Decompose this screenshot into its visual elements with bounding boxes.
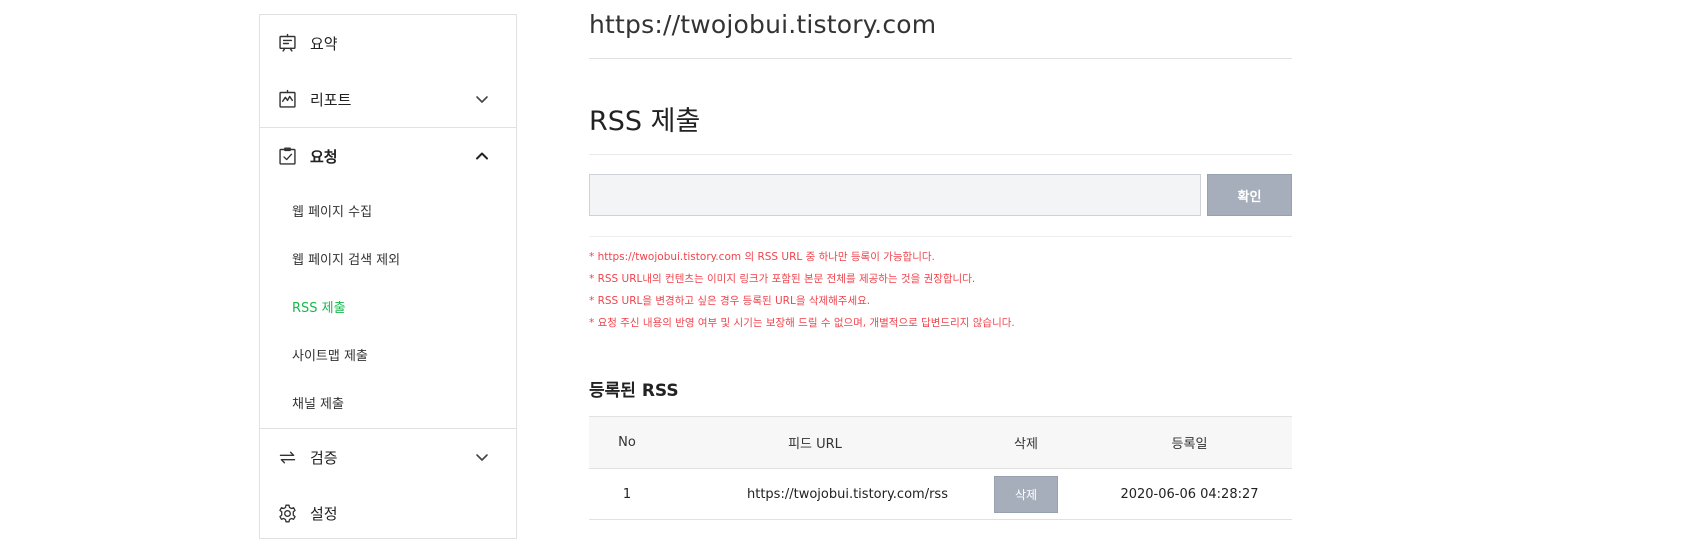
chevron-down-icon[interactable] — [474, 449, 490, 465]
sidebar-item-label: 검증 — [310, 448, 338, 467]
registered-rss-table: No 피드 URL 삭제 등록일 1 https://twojobui.tist… — [589, 416, 1292, 520]
sidebar-item-summary[interactable]: 요약 — [260, 15, 516, 71]
cell-delete: 삭제 — [965, 468, 1087, 520]
submenu-item-web-page-collect[interactable]: 웹 페이지 수집 — [260, 186, 516, 234]
sidebar-item-report[interactable]: 리포트 — [260, 71, 516, 127]
request-submenu: 웹 페이지 수집 웹 페이지 검색 제외 RSS 제출 사이트맵 제출 채널 제… — [260, 184, 516, 428]
divider — [589, 236, 1292, 237]
notice-list: * https://twojobui.tistory.com 의 RSS URL… — [589, 246, 1292, 334]
notice-item: * https://twojobui.tistory.com 의 RSS URL… — [589, 251, 935, 263]
delete-button[interactable]: 삭제 — [994, 475, 1058, 513]
notice-item: * RSS URL내의 컨텐츠는 이미지 링크가 포함된 본문 전체를 제공하는… — [589, 273, 976, 285]
submenu-item-sitemap-submit[interactable]: 사이트맵 제출 — [260, 330, 516, 378]
cell-feed-url: https://twojobui.tistory.com/rss — [665, 468, 965, 520]
page-title: RSS 제출 — [589, 99, 1292, 155]
table-header-row: No 피드 URL 삭제 등록일 — [589, 416, 1292, 469]
table-row: 1 https://twojobui.tistory.com/rss 삭제 20… — [589, 468, 1292, 520]
sidebar: 요약 리포트 요청 웹 페이지 수집 웹 페이지 검색 제외 RSS 제출 사이… — [259, 14, 517, 539]
chevron-down-icon[interactable] — [474, 91, 490, 107]
cell-date: 2020-06-06 04:28:27 — [1087, 468, 1292, 520]
sidebar-item-label: 요청 — [310, 147, 338, 166]
column-header-feed-url: 피드 URL — [665, 416, 965, 469]
notice-item: * RSS URL을 변경하고 싶은 경우 등록된 URL을 삭제해주세요. — [589, 295, 871, 307]
notice-item: * 요청 주신 내용의 반영 여부 및 시기는 보장해 드릴 수 없으며, 개별… — [589, 317, 1015, 329]
report-icon — [277, 89, 298, 110]
column-header-no: No — [589, 416, 665, 469]
settings-icon — [277, 503, 298, 524]
column-header-date: 등록일 — [1087, 416, 1292, 469]
chevron-up-icon[interactable] — [474, 148, 490, 164]
submenu-item-web-page-exclude[interactable]: 웹 페이지 검색 제외 — [260, 234, 516, 282]
site-url: https://twojobui.tistory.com — [589, 0, 1292, 59]
rss-url-input[interactable] — [589, 174, 1201, 216]
confirm-button[interactable]: 확인 — [1207, 174, 1292, 216]
submenu-item-rss-submit[interactable]: RSS 제출 — [260, 282, 516, 330]
column-header-delete: 삭제 — [965, 416, 1087, 469]
sidebar-item-label: 리포트 — [310, 90, 352, 109]
submenu-item-channel-submit[interactable]: 채널 제출 — [260, 378, 516, 426]
main-content: https://twojobui.tistory.com RSS 제출 확인 *… — [589, 0, 1292, 520]
sidebar-item-label: 설정 — [310, 504, 338, 523]
cell-no: 1 — [589, 468, 665, 520]
sidebar-item-label: 요약 — [310, 34, 338, 53]
sidebar-item-verify[interactable]: 검증 — [260, 429, 516, 485]
summary-icon — [277, 33, 298, 54]
registered-rss-title: 등록된 RSS — [589, 381, 679, 401]
verify-icon — [277, 447, 298, 468]
sidebar-item-request[interactable]: 요청 — [260, 128, 516, 184]
rss-form: 확인 — [589, 174, 1292, 216]
sidebar-item-settings[interactable]: 설정 — [260, 485, 516, 541]
request-icon — [277, 146, 298, 167]
